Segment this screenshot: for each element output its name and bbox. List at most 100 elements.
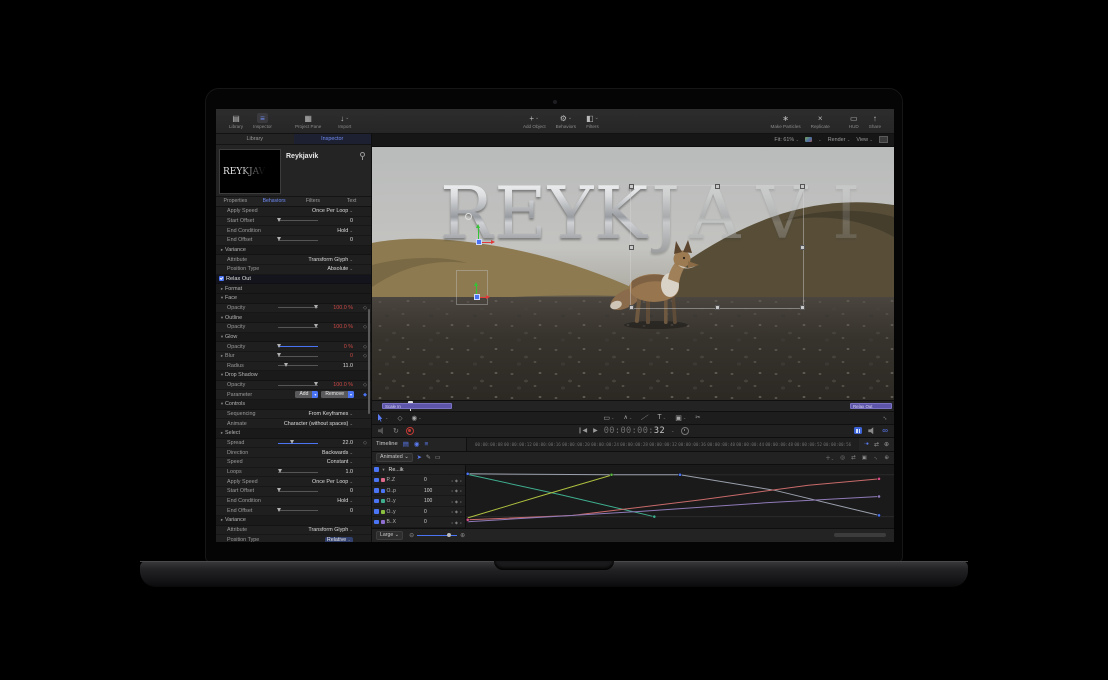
slider-track[interactable] [278,365,318,366]
fit-curves-icon[interactable]: ◎ [840,455,845,461]
value-field[interactable]: 0 [350,218,353,224]
keyframe-track-icon[interactable]: ≡ [425,441,429,448]
timecode-display[interactable]: 00:00:00:32 [604,426,665,436]
keyframe-point[interactable] [610,473,613,476]
anchor-ring-handle[interactable] [465,213,472,220]
keyframe-point[interactable] [877,495,880,498]
keyframe-param-row[interactable]: P..Z0◃◆▹ [372,475,465,486]
inspector-row-end-condition[interactable]: End ConditionHold⌄ [216,497,371,507]
inspector-button[interactable]: ≡Inspector [253,113,272,129]
view-popup[interactable]: View ⌄ [856,137,873,143]
add-object-button[interactable]: +⌄Add Object [523,113,546,129]
link-curves-icon[interactable]: ↔ [872,454,880,462]
value-field[interactable]: 0 [350,488,353,494]
transform-tool[interactable]: ◇ [398,414,403,422]
fullscreen-icon[interactable]: ↔ [881,414,889,422]
popup-value[interactable]: Hold⌄ [337,498,353,504]
transform-gizmo-secondary[interactable] [476,285,488,298]
slider-thumb[interactable] [284,363,288,367]
text-tool[interactable]: T⌄ [657,414,666,421]
selection-handle[interactable] [800,245,805,250]
zoom-slider[interactable] [417,535,457,536]
slider-track[interactable] [278,220,318,221]
selection-handle[interactable] [715,184,720,189]
selection-handle[interactable] [715,305,720,310]
audio-icon[interactable] [868,427,876,434]
pan-tool[interactable]: ◉⌄ [412,414,422,422]
keyframe-param-row[interactable]: B..X0◃◆▹ [372,517,465,528]
inspector-row-end-offset[interactable]: End Offset0 [216,236,371,246]
snapshot-icon[interactable]: ▣ [862,455,867,461]
slider-track[interactable] [278,510,318,511]
previous-frame-button[interactable]: ❙◀ [577,427,587,434]
cut-tool[interactable]: ✂ [695,414,700,421]
keyframe-nav-icon[interactable]: ◇ [363,344,367,350]
inspector-row-face[interactable]: ▾Face [216,294,371,304]
keyframe-nav[interactable]: ◃◆▹ [451,520,462,525]
zoom-ruler-icon[interactable]: ⊕ [884,441,889,448]
param-value[interactable]: 0 [424,477,427,483]
value-field[interactable]: 100.0 % [333,324,353,330]
tab-library[interactable]: Library [216,134,294,144]
checkbox-checked[interactable] [374,478,379,483]
tab-inspector[interactable]: Inspector [294,134,372,144]
timecode-dropdown[interactable]: ⌄ [671,428,675,433]
snap-toggle-icon[interactable]: ◦● [864,441,869,447]
inspector-row-opacity[interactable]: Opacity0 %◇ [216,342,371,352]
inspector-scrollbar[interactable] [368,309,370,414]
zoom-out-icon[interactable]: ⊖ [409,532,414,539]
slider-thumb[interactable] [314,305,318,309]
inspector-row-start-offset[interactable]: Start Offset0 [216,217,371,227]
inspector-row-radius[interactable]: Radius11.0 [216,362,371,372]
inspector-row-attribute[interactable]: AttributeTransform Glyph⌄ [216,255,371,265]
render-popup[interactable]: Render ⌄ [828,137,851,143]
keyframe-nav[interactable]: ◃◆▹ [451,478,462,483]
video-track-icon[interactable]: ▤ [403,440,409,448]
slider-thumb[interactable] [278,469,282,473]
inspector-row-outline[interactable]: ▾Outline [216,313,371,323]
share-button[interactable]: ↑Share [869,113,881,129]
fit-zoom-popup[interactable]: Fit: 61% ⌄ [774,137,799,143]
inspector-row-glow[interactable]: ▾Glow [216,333,371,343]
param-value[interactable]: 100 [424,488,432,494]
keyframe-nav-icon[interactable]: ◇ [363,382,367,388]
inspector-row-drop-shadow[interactable]: ▾Drop Shadow [216,371,371,381]
inspector-row-speed[interactable]: SpeedConstant⌄ [216,458,371,468]
link-icon[interactable]: ⇄ [874,441,879,448]
inspector-row-position-type[interactable]: Position TypeRelative⌄ [216,535,371,542]
add-keyframe-icon[interactable]: ＋⌄ [825,454,834,462]
param-value[interactable]: 0 [424,519,427,525]
popup-value[interactable]: From Keyframes⌄ [308,411,353,417]
selection-handle[interactable] [629,305,634,310]
av-output-icon[interactable] [854,427,862,434]
keyframe-point[interactable] [653,515,656,518]
inspector-row-end-offset[interactable]: End Offset0 [216,506,371,516]
inspector-tab-properties[interactable]: Properties [216,197,255,206]
keyframe-curve-editor[interactable] [466,465,894,528]
edit-keyframes-icon[interactable]: ➤ [417,454,422,461]
keyframe-nav-icon[interactable]: ◇ [363,324,367,330]
zoom-in-icon[interactable]: ⊕ [460,532,465,539]
selection-handle[interactable] [800,184,805,189]
value-field[interactable]: 0 [350,353,353,359]
slider-track[interactable] [278,327,318,328]
slider-thumb[interactable] [314,382,318,386]
behavior-bar-scale-in[interactable]: Scale In [382,403,452,409]
slider-thumb[interactable] [277,488,281,492]
inspector-row-animate[interactable]: AnimateCharacter (without spaces)⌄ [216,419,371,429]
selection-handle[interactable] [800,305,805,310]
slider-thumb[interactable] [290,440,294,444]
selection-handle[interactable] [629,184,634,189]
keyframe-param-row[interactable]: O..p100◃◆▹ [372,486,465,497]
inspector-row-direction[interactable]: DirectionBackwards⌄ [216,448,371,458]
slider-track[interactable] [278,240,318,241]
filters-button[interactable]: ◧⌄Filters [586,113,599,129]
inspector-row-opacity[interactable]: Opacity100.0 %◇ [216,304,371,314]
value-field[interactable]: 100.0 % [333,382,353,388]
inspector-row-select[interactable]: ▸Select [216,429,371,439]
inspector-row-attribute[interactable]: AttributeTransform Glyph⌄ [216,526,371,536]
keyframe-group-row[interactable]: ▾Re...ik [372,465,465,476]
inspector-row-end-condition[interactable]: End ConditionHold⌄ [216,226,371,236]
selection-box[interactable] [630,185,804,309]
keyframe-point[interactable] [466,518,469,521]
